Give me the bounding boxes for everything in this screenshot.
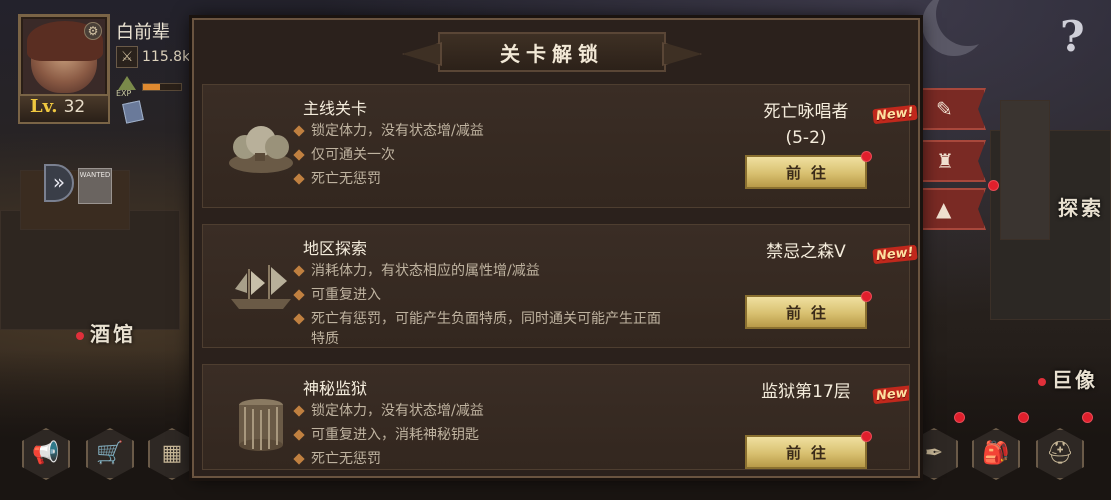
- entry-target: 死亡咏唱者 (5-2): [733, 99, 879, 151]
- entry-bullet: 可重复进入，消耗神秘钥匙: [291, 423, 671, 447]
- building-left-2: [20, 170, 130, 230]
- explore-location[interactable]: 探索: [1058, 192, 1104, 221]
- entry-region-explore: 地区探索 消耗体力，有状态相应的属性增/减益 可重复进入 死亡有惩罚，可能产生负…: [202, 224, 918, 349]
- exp-row: EXP: [116, 76, 182, 98]
- new-badge: New!: [872, 104, 918, 125]
- entry-bullets: 锁定体力，没有状态增/减益 可重复进入，消耗神秘钥匙 死亡无惩罚: [291, 399, 671, 469]
- entry-title: 主线关卡: [303, 99, 368, 118]
- statue-location[interactable]: 巨像: [1038, 364, 1098, 393]
- card-icon[interactable]: [122, 100, 144, 124]
- forest-ribbon-notify-dot: [988, 180, 999, 191]
- power-row: ⚔ 115.8k: [116, 46, 190, 68]
- ribbon-forest-button[interactable]: ▲: [920, 188, 986, 230]
- go-button-mystery-prison[interactable]: 前往: [745, 431, 872, 469]
- target-name: 禁忌之森V: [766, 242, 846, 262]
- go-button-notify-dot: [861, 431, 872, 442]
- go-button-region-explore[interactable]: 前往: [745, 291, 872, 329]
- stage-unlock-modal: 关卡解锁 主线关卡 锁定体力，没有状态增/减益 仅可通关一次 死亡无惩罚 死亡咏…: [192, 18, 920, 478]
- crossed-swords-icon: ⚔: [116, 46, 138, 68]
- new-badge: New!: [872, 244, 918, 265]
- modal-title: 关卡解锁: [500, 41, 604, 66]
- entry-bullet: 锁定体力，没有状态增/减益: [291, 119, 671, 143]
- go-button-label: 前往: [785, 303, 836, 322]
- notify-dot-2: [1018, 412, 1029, 423]
- entry-target: 监狱第17层: [733, 379, 879, 405]
- new-badge: New!: [872, 384, 909, 405]
- player-name: 白前辈: [116, 22, 170, 43]
- help-icon[interactable]: ?: [1060, 12, 1085, 61]
- level-value: 32: [63, 97, 86, 117]
- power-value: 115.8k: [142, 49, 191, 65]
- tavern-notify-dot: [76, 331, 84, 340]
- entry-bullet: 消耗体力，有状态相应的属性增/减益: [291, 259, 671, 283]
- statue-notify-dot: [1038, 377, 1046, 386]
- exp-icon: EXP: [116, 76, 138, 98]
- notify-dot-1: [954, 412, 965, 423]
- tavern-location[interactable]: 酒馆: [76, 318, 136, 347]
- go-button-notify-dot: [861, 291, 872, 302]
- go-button-notify-dot: [861, 151, 872, 162]
- level-label: Lv.: [30, 96, 58, 117]
- moon: [936, 0, 1000, 46]
- exp-bar-fill: [143, 84, 161, 90]
- go-button-label: 前往: [785, 163, 836, 182]
- exp-label: EXP: [116, 89, 132, 98]
- ribbon-castle-button[interactable]: ♜: [920, 140, 986, 182]
- settings-gear-icon[interactable]: ⚙: [84, 22, 102, 40]
- target-code: (5-2): [785, 128, 827, 148]
- entry-title: 地区探索: [303, 239, 368, 258]
- tavern-label: 酒馆: [90, 322, 136, 346]
- entry-bullets: 锁定体力，没有状态增/减益 仅可通关一次 死亡无惩罚: [291, 119, 671, 191]
- target-name: 死亡咏唱者: [763, 102, 849, 122]
- wanted-poster-icon[interactable]: WANTED: [78, 168, 112, 204]
- go-button-label: 前往: [785, 443, 836, 462]
- entry-bullet: 仅可通关一次: [291, 143, 671, 167]
- forest-island-icon: [229, 126, 293, 173]
- entry-bullet: 死亡无惩罚: [291, 167, 671, 191]
- entry-bullet: 锁定体力，没有状态增/减益: [291, 399, 671, 423]
- tower-right: [1000, 100, 1050, 240]
- entry-bullet: 死亡无惩罚: [291, 447, 671, 469]
- exp-bar: [142, 83, 182, 91]
- go-button-main-stage[interactable]: 前往: [745, 151, 872, 189]
- entry-bullets: 消耗体力，有状态相应的属性增/减益 可重复进入 死亡有惩罚，可能产生负面特质，同…: [291, 259, 671, 349]
- explore-label: 探索: [1058, 196, 1104, 220]
- entry-target: 禁忌之森V: [733, 239, 879, 265]
- sailing-ship-icon: [231, 265, 291, 309]
- wanted-label: WANTED: [79, 171, 111, 179]
- target-name: 监狱第17层: [761, 382, 851, 402]
- level-plate: Lv. 32: [18, 94, 110, 124]
- entry-bullet: 死亡有惩罚，可能产生负面特质，同时通关可能产生正面特质: [291, 307, 671, 349]
- entry-bullet: 可重复进入: [291, 283, 671, 307]
- statue-label: 巨像: [1052, 368, 1098, 392]
- entry-main-stage: 主线关卡 锁定体力，没有状态增/减益 仅可通关一次 死亡无惩罚 死亡咏唱者 (5…: [202, 84, 918, 208]
- ribbon-quest-button[interactable]: ✎: [920, 88, 986, 130]
- prison-tower-icon: [239, 399, 283, 451]
- notify-dot-3: [1082, 412, 1093, 423]
- modal-title-bar: 关卡解锁: [438, 32, 666, 72]
- entry-title: 神秘监狱: [303, 379, 368, 398]
- entry-mystery-prison: 神秘监狱 锁定体力，没有状态增/减益 可重复进入，消耗神秘钥匙 死亡无惩罚 监狱…: [202, 364, 910, 470]
